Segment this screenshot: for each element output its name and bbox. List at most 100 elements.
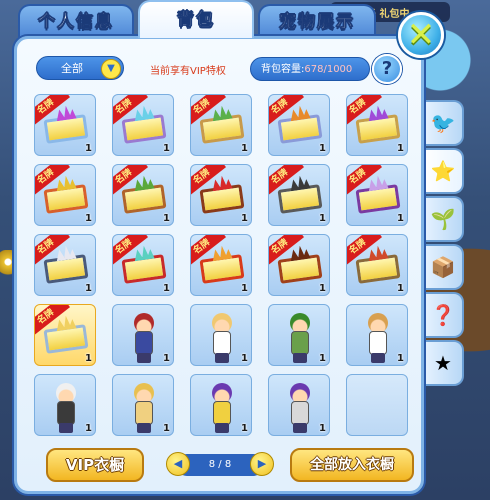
item-count: 1 <box>85 353 92 364</box>
close-button[interactable]: ✕ <box>398 12 444 58</box>
nameplate-frame-icon <box>355 254 401 284</box>
tab-backpack[interactable]: 背包 <box>138 0 254 38</box>
item-slot[interactable]: 名牌 1 <box>346 234 408 296</box>
nameplate-frame-icon <box>355 114 401 144</box>
tab-pet-display[interactable]: 宠物展示 <box>258 4 376 38</box>
character-outfit-icon <box>363 311 393 363</box>
item-slot[interactable]: 1 <box>346 304 408 366</box>
item-count: 1 <box>397 213 404 224</box>
put-all-in-wardrobe-button[interactable]: 全部放入衣橱 <box>290 448 414 482</box>
item-count: 1 <box>85 143 92 154</box>
character-outfit-icon <box>285 311 315 363</box>
character-outfit-icon <box>285 381 315 433</box>
item-slot[interactable]: 名牌 1 <box>190 234 252 296</box>
character-outfit-icon <box>129 311 159 363</box>
item-slot[interactable]: 名牌 1 <box>112 164 174 226</box>
tab-personal-info[interactable]: 个人信息 <box>18 4 134 38</box>
nameplate-frame-icon <box>199 114 245 144</box>
item-count: 1 <box>319 283 326 294</box>
side-tab-bird[interactable]: 🐦 <box>424 100 464 146</box>
item-slot[interactable]: 名牌 1 <box>190 94 252 156</box>
item-count: 1 <box>241 283 248 294</box>
star-badge-icon: ⭐ <box>430 159 456 183</box>
side-tab-question[interactable]: ❓ <box>424 292 464 338</box>
nameplate-frame-icon <box>199 254 245 284</box>
seed-bag-icon: 🌱 <box>430 207 456 231</box>
nameplate-frame-icon <box>43 324 89 354</box>
character-outfit-icon <box>129 381 159 433</box>
character-outfit-icon <box>207 381 237 433</box>
character-outfit-icon <box>207 311 237 363</box>
side-tab-star[interactable]: ★ <box>424 340 464 386</box>
item-count: 1 <box>397 283 404 294</box>
item-count: 1 <box>85 283 92 294</box>
item-slot[interactable]: 1 <box>34 374 96 436</box>
side-tab-box[interactable]: 📦 <box>424 244 464 290</box>
item-count: 1 <box>163 143 170 154</box>
item-slot[interactable]: 名牌 1 <box>346 94 408 156</box>
item-count: 1 <box>319 213 326 224</box>
box-icon: 📦 <box>430 255 456 279</box>
item-count: 1 <box>85 423 92 434</box>
item-slot[interactable]: 名牌 1 <box>268 164 330 226</box>
nameplate-frame-icon <box>43 184 89 214</box>
item-slot[interactable]: 1 <box>268 304 330 366</box>
side-tab-star-badge[interactable]: ⭐ <box>424 148 464 194</box>
item-slot[interactable]: 名牌 1 <box>268 234 330 296</box>
next-page-button[interactable]: ▶ <box>250 452 274 476</box>
nameplate-frame-icon <box>277 184 323 214</box>
item-count: 1 <box>319 353 326 364</box>
chevron-down-icon: ▼ <box>101 59 121 79</box>
close-icon: ✕ <box>406 15 436 55</box>
item-count: 1 <box>241 353 248 364</box>
item-slot[interactable]: 名牌 1 <box>34 164 96 226</box>
item-count: 1 <box>241 423 248 434</box>
help-button[interactable]: ? <box>372 54 402 84</box>
item-slot[interactable]: 1 <box>190 304 252 366</box>
item-slot[interactable]: 1 <box>112 374 174 436</box>
side-tab-seed-bag[interactable]: 🌱 <box>424 196 464 242</box>
category-filter-dropdown[interactable]: 全部 ▼ <box>36 56 124 80</box>
item-count: 1 <box>163 353 170 364</box>
vip-status-text: 当前享有VIP特权 <box>150 66 226 77</box>
capacity-display: 背包容量:678/1000 <box>250 57 370 81</box>
character-outfit-icon <box>51 381 81 433</box>
item-slot[interactable]: 1 <box>112 304 174 366</box>
nameplate-frame-icon <box>43 114 89 144</box>
item-slot[interactable]: 名牌 1 <box>190 164 252 226</box>
item-count: 1 <box>319 143 326 154</box>
item-count: 1 <box>85 213 92 224</box>
item-count: 1 <box>241 143 248 154</box>
capacity-value: 678/1000 <box>304 64 353 75</box>
pagination: 8 / 8 ◀ ▶ <box>166 452 274 478</box>
item-slot[interactable]: 名牌 1 <box>112 234 174 296</box>
item-count: 1 <box>397 353 404 364</box>
nameplate-frame-icon <box>277 114 323 144</box>
item-count: 1 <box>163 283 170 294</box>
item-grid: 名牌 1 名牌 1 名牌 1 名牌 1 名牌 1 名牌 1 名牌 1 名牌 1 名牌 1 名牌 1 名牌 1 名牌 1 名牌 1 名… <box>34 94 408 436</box>
vip-wardrobe-button[interactable]: VIP衣橱 <box>46 448 144 482</box>
prev-page-button[interactable]: ◀ <box>166 452 190 476</box>
item-count: 1 <box>397 143 404 154</box>
item-slot[interactable]: 名牌 1 <box>346 164 408 226</box>
item-slot[interactable]: 名牌 1 <box>268 94 330 156</box>
nameplate-frame-icon <box>43 254 89 284</box>
nameplate-frame-icon <box>121 184 167 214</box>
item-count: 1 <box>163 423 170 434</box>
bird-icon: 🐦 <box>430 111 456 135</box>
capacity-label: 背包容量: <box>261 64 305 75</box>
item-slot[interactable]: 1 <box>268 374 330 436</box>
item-count: 1 <box>319 423 326 434</box>
empty-slot[interactable] <box>346 374 408 436</box>
nameplate-frame-icon <box>121 254 167 284</box>
nameplate-frame-icon <box>121 114 167 144</box>
item-slot[interactable]: 名牌 1 <box>112 94 174 156</box>
question-icon: ❓ <box>430 303 456 327</box>
item-slot[interactable]: 名牌 1 <box>34 94 96 156</box>
item-slot[interactable]: 1 <box>190 374 252 436</box>
item-slot[interactable]: 名牌 1 <box>34 304 96 366</box>
item-slot[interactable]: 名牌 1 <box>34 234 96 296</box>
item-count: 1 <box>241 213 248 224</box>
filter-selected-label: 全部 <box>61 62 83 75</box>
star-icon: ★ <box>434 351 452 375</box>
